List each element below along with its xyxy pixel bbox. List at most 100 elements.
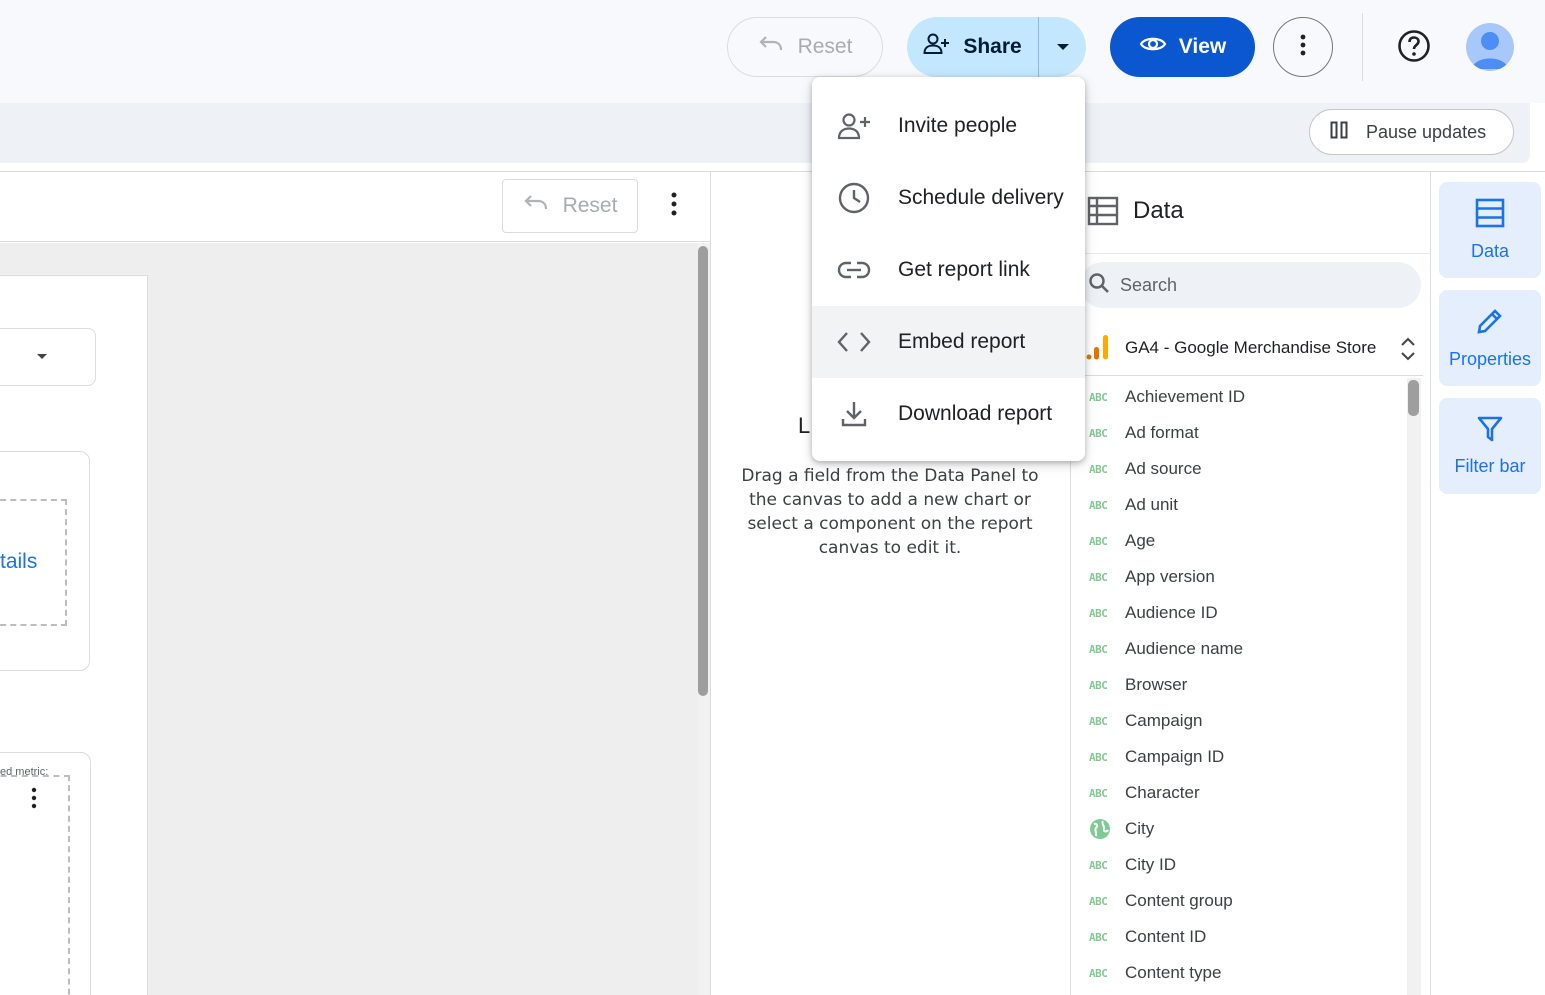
rail-filter-label: Filter bar: [1454, 456, 1526, 476]
link-icon: [836, 252, 872, 288]
field-item[interactable]: ABC Audience ID: [1083, 595, 1408, 631]
caret-down-icon: [37, 354, 47, 359]
view-button[interactable]: View: [1110, 17, 1255, 77]
person-add-icon: [923, 33, 951, 61]
field-item[interactable]: ABC Ad unit: [1083, 487, 1408, 523]
pause-icon: [1330, 121, 1348, 144]
more-options-button[interactable]: [1273, 17, 1333, 77]
menu-item-download-report[interactable]: Download report: [812, 378, 1085, 450]
details-link[interactable]: tails: [0, 550, 37, 574]
text-type-icon: ABC: [1089, 786, 1108, 800]
data-table-icon: [1475, 198, 1505, 233]
clock-icon: [836, 180, 872, 216]
text-type-icon: ABC: [1089, 390, 1108, 404]
text-type-icon: ABC: [1089, 498, 1108, 512]
field-list-scrollbar-thumb[interactable]: [1408, 380, 1419, 416]
menu-item-label: Schedule delivery: [898, 186, 1064, 209]
field-list: ABC Achievement ID ABC Ad format ABC Ad sou…: [1083, 379, 1408, 991]
menu-item-label: Embed report: [898, 330, 1026, 353]
field-item[interactable]: ABC Content type: [1083, 955, 1408, 991]
text-type-icon: ABC: [1089, 534, 1108, 548]
rail-data-label: Data: [1470, 241, 1510, 261]
data-table-icon: [1087, 195, 1119, 232]
properties-heading: L: [798, 413, 811, 438]
share-menu: Invite people Schedule delivery Get repo…: [812, 77, 1085, 461]
field-item[interactable]: ABC Campaign: [1083, 703, 1408, 739]
data-source-name: GA4 - Google Merchandise Store: [1125, 338, 1377, 357]
text-type-icon: ABC: [1089, 894, 1108, 908]
field-item[interactable]: ABC Content ID: [1083, 919, 1408, 955]
filter-icon: [1476, 415, 1504, 448]
dropdown-control[interactable]: [0, 328, 96, 386]
reset-label: Reset: [797, 35, 853, 58]
undo-icon: [523, 193, 549, 219]
download-icon: [836, 396, 872, 432]
field-item[interactable]: ABC Age: [1083, 523, 1408, 559]
more-vert-icon: [31, 787, 37, 814]
menu-item-schedule-delivery[interactable]: Schedule delivery: [812, 162, 1085, 234]
menu-item-embed-report[interactable]: Embed report: [812, 306, 1085, 378]
text-type-icon: ABC: [1089, 714, 1108, 728]
menu-item-invite-people[interactable]: Invite people: [812, 90, 1085, 162]
more-vert-icon: [1300, 34, 1306, 61]
properties-hint: Drag a field from the Data Panel to the …: [741, 466, 1039, 558]
globe-icon: [1083, 818, 1125, 840]
canvas-scrollbar-thumb[interactable]: [698, 246, 708, 696]
field-list-scrollbar[interactable]: [1407, 378, 1421, 995]
field-item[interactable]: ABC Browser: [1083, 667, 1408, 703]
field-item[interactable]: ABC Achievement ID: [1083, 379, 1408, 415]
share-button-group: Share: [907, 17, 1086, 77]
search-input[interactable]: [1120, 274, 1400, 296]
text-type-icon: ABC: [1089, 966, 1108, 980]
search-icon: [1088, 272, 1110, 299]
field-item[interactable]: ABC Content group: [1083, 883, 1408, 919]
field-item[interactable]: ABC Ad source: [1083, 451, 1408, 487]
divider: [1071, 253, 1431, 254]
menu-item-label: Invite people: [898, 114, 1018, 137]
canvas-reset-label: Reset: [562, 194, 618, 217]
rail-filter-tab[interactable]: Filter bar: [1439, 398, 1541, 494]
rail-properties-tab[interactable]: Properties: [1439, 290, 1541, 386]
search-box[interactable]: [1080, 262, 1421, 308]
pause-updates-button[interactable]: Pause updates: [1309, 109, 1514, 155]
rail-data-tab[interactable]: Data: [1439, 182, 1541, 278]
divider: [1083, 375, 1423, 376]
help-icon: [1397, 29, 1431, 68]
view-label: View: [1178, 35, 1227, 58]
canvas-more-button[interactable]: [656, 186, 692, 226]
text-type-icon: ABC: [1089, 930, 1108, 944]
collapse-icon[interactable]: [1398, 336, 1418, 367]
undo-icon: [758, 34, 784, 60]
avatar[interactable]: [1466, 23, 1514, 71]
pencil-icon: [1475, 306, 1505, 341]
secondary-toolbar: [0, 103, 1530, 163]
pause-label: Pause updates: [1366, 121, 1487, 142]
help-button[interactable]: [1390, 24, 1438, 72]
text-type-icon: ABC: [1089, 858, 1108, 872]
text-type-icon: ABC: [1089, 678, 1108, 692]
share-button[interactable]: Share: [907, 17, 1038, 77]
reset-button[interactable]: Reset: [727, 17, 883, 77]
code-icon: [836, 324, 872, 360]
caret-down-icon: [1056, 38, 1070, 56]
more-vert-icon: [671, 192, 677, 221]
field-item[interactable]: ABC Character: [1083, 775, 1408, 811]
text-type-icon: ABC: [1089, 606, 1108, 620]
analytics-icon: [1083, 332, 1113, 367]
field-item[interactable]: City: [1083, 811, 1408, 847]
text-type-icon: ABC: [1089, 642, 1108, 656]
menu-item-get-report-link[interactable]: Get report link: [812, 234, 1085, 306]
share-label: Share: [963, 35, 1022, 58]
menu-item-label: Download report: [898, 402, 1053, 425]
metric-label: ed metric:: [0, 766, 49, 778]
component-more-button[interactable]: [24, 786, 44, 814]
field-item[interactable]: ABC City ID: [1083, 847, 1408, 883]
field-item[interactable]: ABC App version: [1083, 559, 1408, 595]
field-item[interactable]: ABC Campaign ID: [1083, 739, 1408, 775]
menu-item-label: Get report link: [898, 258, 1030, 281]
rail-properties-label: Properties: [1448, 349, 1532, 369]
text-type-icon: ABC: [1089, 426, 1108, 440]
canvas-reset-button[interactable]: Reset: [502, 179, 638, 233]
field-item[interactable]: ABC Ad format: [1083, 415, 1408, 451]
field-item[interactable]: ABC Audience name: [1083, 631, 1408, 667]
